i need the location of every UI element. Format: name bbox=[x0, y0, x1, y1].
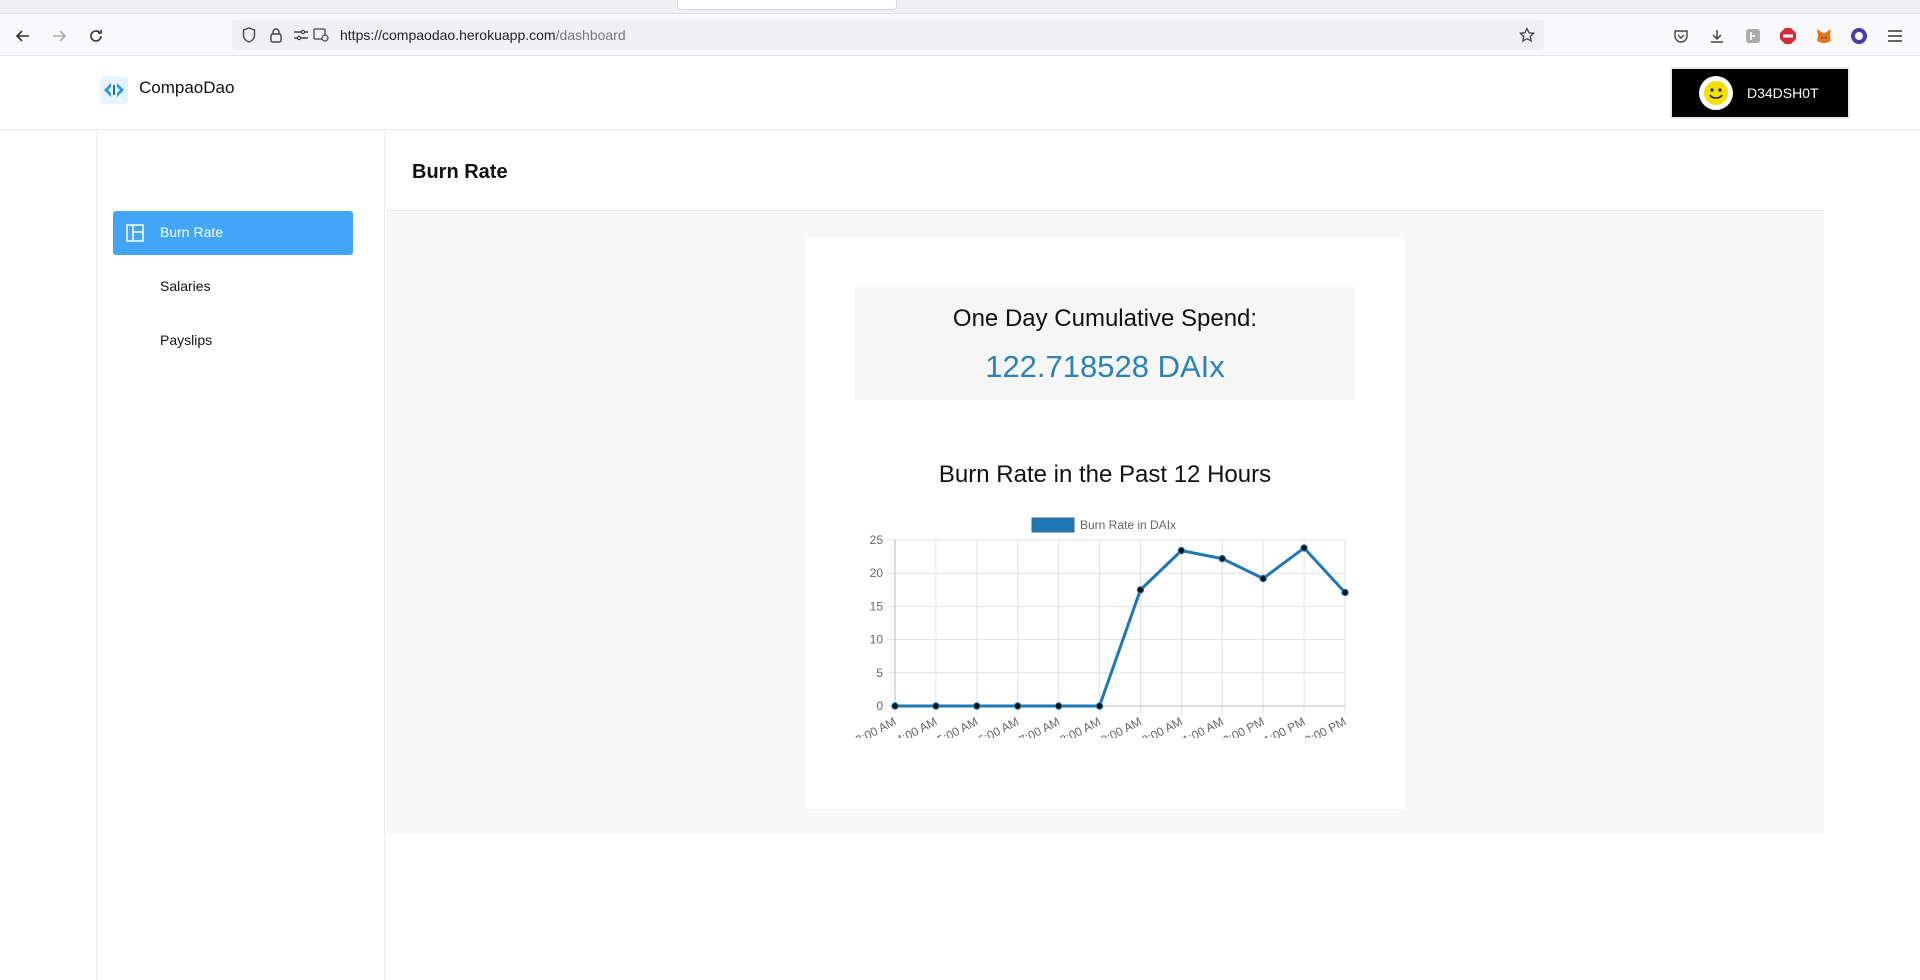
x-tick-label: 2:00 PM bbox=[1302, 714, 1348, 738]
smiley-face-icon bbox=[1704, 81, 1728, 105]
bookmark-star-icon[interactable] bbox=[1518, 26, 1536, 44]
sidebar-item-payslips[interactable]: Payslips bbox=[113, 319, 353, 363]
x-tick-label: 6:00 AM bbox=[976, 714, 1021, 738]
permissions-icon[interactable] bbox=[292, 26, 310, 44]
data-point bbox=[932, 702, 940, 710]
sidebar-item-label: Burn Rate bbox=[160, 224, 224, 240]
pocket-icon[interactable] bbox=[1670, 25, 1692, 47]
y-tick-label: 25 bbox=[870, 533, 884, 547]
data-point bbox=[1014, 702, 1022, 710]
forward-icon[interactable] bbox=[46, 23, 72, 49]
user-account-button[interactable]: D34DSH0T bbox=[1672, 69, 1848, 117]
x-tick-label: 1:00 PM bbox=[1261, 714, 1307, 738]
data-point bbox=[1341, 588, 1349, 597]
sidebar-item-salaries[interactable]: Salaries bbox=[113, 265, 353, 309]
url-path: /dashboard bbox=[555, 27, 626, 43]
x-tick-label: 4:00 AM bbox=[894, 714, 939, 738]
lock-icon[interactable] bbox=[267, 26, 285, 44]
reload-icon[interactable] bbox=[83, 23, 109, 49]
y-tick-label: 20 bbox=[870, 566, 884, 580]
menu-hamburger-icon[interactable] bbox=[1884, 25, 1906, 47]
burn-rate-card: One Day Cumulative Spend: 122.718528 DAI… bbox=[805, 238, 1405, 809]
page-header: Burn Rate bbox=[386, 130, 1824, 211]
brand-name[interactable]: CompaoDao bbox=[139, 78, 234, 98]
sidebar-item-burn-rate[interactable]: Burn Rate bbox=[113, 211, 353, 255]
url-host: https://compaodao.herokuapp.com bbox=[340, 27, 556, 43]
y-tick-label: 0 bbox=[876, 699, 883, 713]
active-browser-tab[interactable] bbox=[677, 0, 897, 10]
chart-title: Burn Rate in the Past 12 Hours bbox=[938, 461, 1272, 488]
page-title: Burn Rate bbox=[412, 161, 508, 183]
user-avatar bbox=[1699, 76, 1733, 110]
user-name: D34DSH0T bbox=[1747, 85, 1819, 101]
browser-tab-strip bbox=[0, 0, 1920, 14]
page-info-icon[interactable] bbox=[312, 26, 330, 44]
burn-rate-line-chart[interactable]: Burn Rate in DAIx 0 5 10 15 20 25 3:00 AM4:00 A… bbox=[805, 508, 1405, 738]
cumulative-spend-value: 122.718528 DAIx bbox=[985, 349, 1225, 384]
sidebar-item-label: Salaries bbox=[160, 278, 211, 294]
series-line bbox=[895, 546, 1347, 708]
y-tick-label: 10 bbox=[870, 633, 884, 647]
data-point bbox=[1136, 586, 1145, 594]
x-tick-label: 3:00 AM bbox=[853, 714, 898, 738]
cumulative-spend-title: One Day Cumulative Spend: bbox=[952, 305, 1258, 332]
sidebar-item-label: Payslips bbox=[160, 332, 213, 348]
y-tick-label: 5 bbox=[876, 666, 883, 680]
data-point bbox=[891, 702, 899, 710]
data-point bbox=[1095, 702, 1104, 710]
data-point bbox=[1300, 544, 1308, 552]
legend-label: Burn Rate in DAIx bbox=[1080, 518, 1176, 532]
y-tick-label: 15 bbox=[870, 599, 884, 613]
url-bar[interactable]: https://compaodao.herokuapp.com/dashboar… bbox=[232, 20, 1544, 50]
app-header: CompaoDao D34DSH0T bbox=[0, 57, 1920, 130]
x-tick-label: 8:00 AM bbox=[1058, 714, 1103, 738]
profile-circle-icon[interactable] bbox=[1848, 25, 1870, 47]
shield-icon[interactable] bbox=[240, 26, 258, 44]
data-point bbox=[1218, 554, 1226, 563]
adblock-icon[interactable] bbox=[1777, 25, 1799, 47]
compaodao-logo-icon[interactable] bbox=[100, 76, 128, 104]
cumulative-spend-box: One Day Cumulative Spend: 122.718528 DAI… bbox=[855, 287, 1355, 400]
data-point bbox=[1259, 574, 1267, 583]
x-tick-label: 9:00 AM bbox=[1098, 714, 1143, 738]
x-tick-label: 5:00 AM bbox=[935, 714, 980, 738]
browser-navbar: https://compaodao.herokuapp.com/dashboar… bbox=[0, 14, 1920, 56]
data-point bbox=[973, 702, 981, 710]
x-tick-label: 7:00 AM bbox=[1017, 714, 1062, 738]
extension-gray-icon[interactable] bbox=[1742, 25, 1764, 47]
back-icon[interactable] bbox=[10, 23, 36, 49]
data-point bbox=[1177, 546, 1186, 555]
url-text[interactable]: https://compaodao.herokuapp.com/dashboar… bbox=[340, 27, 626, 43]
download-icon[interactable] bbox=[1706, 25, 1728, 47]
sidebar: Burn Rate Salaries Payslips bbox=[96, 130, 385, 980]
data-point bbox=[1054, 702, 1063, 710]
legend-swatch bbox=[1031, 517, 1075, 533]
dashboard-layout-icon bbox=[126, 224, 144, 242]
metamask-fox-icon[interactable] bbox=[1813, 25, 1835, 47]
